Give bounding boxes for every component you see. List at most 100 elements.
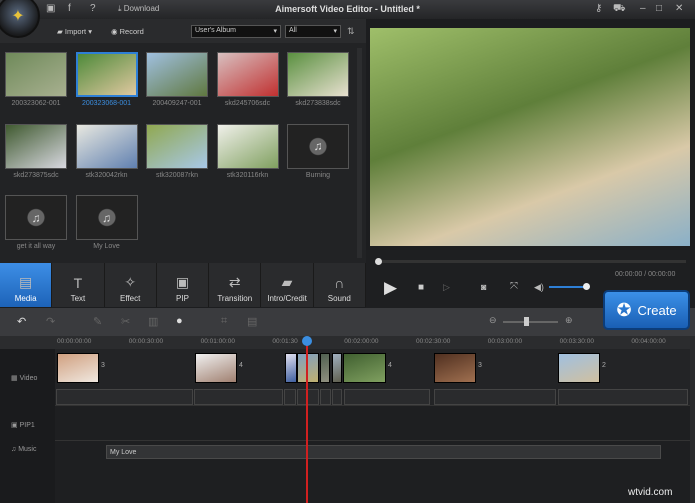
transition-icon: ⇄ — [228, 274, 241, 290]
tab-label: Text — [70, 294, 86, 303]
delete-icon[interactable]: ▥ — [148, 315, 158, 328]
playhead-handle[interactable] — [302, 336, 312, 346]
music-thumbnail[interactable]: ♫ — [287, 123, 349, 169]
zoom-slider[interactable] — [503, 321, 558, 323]
ruler-tick-label: 00:04:00:00 — [631, 338, 666, 345]
music-thumbnail[interactable]: ♫ — [75, 195, 138, 240]
seek-handle[interactable] — [375, 258, 382, 265]
crop-icon[interactable]: ⌗ — [221, 315, 227, 328]
tab-effect[interactable]: ✧ Effect — [105, 263, 157, 307]
redo-icon[interactable]: ↷ — [46, 315, 55, 328]
fullscreen-icon[interactable]: ⤧ — [510, 281, 518, 292]
cart-icon[interactable]: ⛟ — [613, 3, 626, 16]
maximize-button[interactable]: □ — [656, 3, 662, 14]
playhead[interactable] — [306, 340, 308, 503]
video-clip[interactable] — [434, 353, 476, 383]
play-button[interactable]: ▶ — [384, 278, 397, 298]
window-title: Aimersoft Video Editor - Untitled * — [275, 4, 420, 14]
tab-transition[interactable]: ⇄ Transition — [209, 263, 262, 307]
transition-slot[interactable] — [320, 389, 331, 405]
timeline-toolbar — [0, 308, 695, 336]
media-thumbnail[interactable] — [216, 52, 279, 97]
transition-slot[interactable] — [558, 389, 688, 405]
transition-slot[interactable] — [297, 389, 319, 405]
music-thumbnail[interactable]: ♫ — [5, 195, 67, 240]
media-thumbnail[interactable] — [75, 52, 138, 97]
tab-sound[interactable]: ∩ Sound — [314, 263, 366, 307]
transition-slot[interactable] — [56, 389, 193, 405]
zoom-handle[interactable] — [524, 317, 529, 326]
ruler-tick-label: 00:03:00:00 — [487, 338, 523, 345]
video-clip[interactable] — [195, 353, 237, 383]
stop-button[interactable]: ■ — [418, 282, 424, 293]
music-clip[interactable]: My Love — [106, 445, 661, 459]
pip-icon: ▣ — [175, 274, 190, 290]
video-clip[interactable] — [343, 353, 386, 383]
transition-slot[interactable] — [284, 389, 296, 405]
media-icon: ▤ — [19, 274, 33, 290]
transition-slot[interactable] — [434, 389, 556, 405]
clapper-icon: ▰ — [281, 274, 293, 290]
pip-track[interactable] — [55, 406, 690, 441]
video-track-label: ▦ Video — [11, 375, 38, 382]
media-label: 200323062-001 — [11, 100, 61, 107]
media-thumbnail[interactable] — [287, 52, 349, 97]
media-thumbnail[interactable] — [216, 123, 279, 169]
zoom-in-icon[interactable]: ⊕ — [565, 315, 573, 326]
cut-icon[interactable]: ✂ — [121, 315, 130, 328]
video-clip[interactable] — [57, 353, 99, 383]
media-thumbnail[interactable] — [5, 123, 67, 169]
transition-slot[interactable] — [332, 389, 342, 405]
filter-select[interactable]: All ▾ — [285, 25, 341, 38]
media-thumbnail[interactable] — [146, 52, 208, 97]
video-clip[interactable] — [558, 353, 600, 383]
tab-media[interactable]: ▤ Media — [0, 263, 53, 307]
undo-icon[interactable]: ↶ — [17, 315, 26, 328]
tab-intro-credit[interactable]: ▰ Intro/Credit — [261, 263, 314, 307]
video-clip[interactable] — [320, 353, 330, 383]
record-button[interactable]: ◉ Record — [111, 27, 144, 36]
import-button[interactable]: ▰ Import ▾ — [57, 27, 92, 36]
ruler-tick-label: 00:01:00:00 — [200, 338, 235, 345]
zoom-out-icon[interactable]: ⊖ — [489, 315, 497, 326]
ruler-tick-label: 00:01:30 — [272, 338, 298, 345]
edit-icon[interactable]: ✎ — [93, 315, 102, 328]
ruler-tick-label: 00:00:00:00 — [57, 338, 92, 345]
media-label: skd245706sdc — [224, 100, 271, 107]
snapshot-icon[interactable]: ◙ — [481, 282, 486, 292]
media-label: Burning — [305, 171, 331, 179]
album-select[interactable]: User's Album ▾ — [191, 25, 281, 38]
media-label: My Love — [93, 243, 120, 250]
next-frame-button[interactable]: ▷ — [443, 282, 450, 293]
split-screen-icon[interactable]: ▤ — [247, 315, 257, 328]
transition-slot[interactable] — [194, 389, 283, 405]
video-clip[interactable] — [332, 353, 342, 383]
time-display: 00:00:00 / 00:00:00 — [615, 271, 676, 278]
video-clip[interactable] — [297, 353, 319, 383]
close-button[interactable]: ✕ — [675, 3, 683, 14]
sort-icon[interactable]: ⇅ — [347, 26, 355, 37]
seek-bar[interactable] — [378, 260, 686, 263]
media-thumbnail[interactable] — [5, 52, 67, 97]
media-thumbnail[interactable] — [146, 123, 208, 169]
tab-label: PIP — [176, 294, 189, 303]
microphone-icon[interactable]: ● — [176, 315, 183, 327]
media-thumbnail[interactable] — [75, 123, 138, 169]
video-clip[interactable] — [285, 353, 297, 383]
library-scrollbar[interactable] — [357, 48, 362, 258]
key-icon[interactable]: ⚷ — [595, 3, 602, 14]
tab-pip[interactable]: ▣ PIP — [157, 263, 210, 307]
volume-handle[interactable] — [583, 283, 590, 290]
transition-slot[interactable] — [344, 389, 430, 405]
tab-text[interactable]: T Text — [52, 263, 105, 307]
volume-icon[interactable]: ◀) — [534, 282, 544, 293]
create-button[interactable]: ✪ Create — [603, 290, 690, 330]
music-note-icon: ♫ — [11, 446, 17, 453]
ruler-tick-label: 00:02:00:00 — [344, 338, 379, 345]
media-label: skd273875sdc — [13, 171, 59, 179]
volume-slider[interactable] — [549, 286, 587, 288]
pip-track-label: ▣ PIP1 — [11, 422, 35, 429]
minimize-button[interactable]: – — [640, 3, 646, 14]
music-track-label: ♫ Music — [11, 446, 37, 453]
timeline-scrollbar[interactable] — [690, 336, 695, 503]
